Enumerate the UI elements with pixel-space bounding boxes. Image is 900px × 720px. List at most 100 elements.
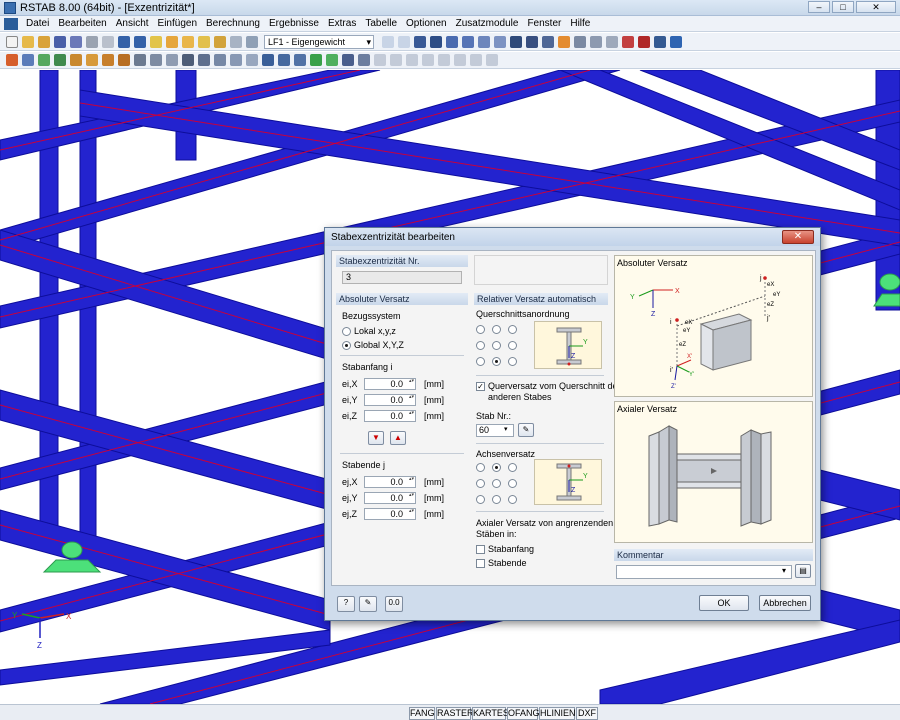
member-start-checkbox-label[interactable]: Stabanfang	[488, 544, 534, 554]
diagram-icon[interactable]	[462, 35, 474, 48]
cancel-button[interactable]: Abbrechen	[759, 595, 811, 611]
global-label[interactable]: Global X,Y,Z	[354, 340, 404, 350]
copy-up-button[interactable]: ▲	[390, 431, 406, 445]
xsec-radio[interactable]	[508, 325, 517, 334]
guide-line-icon[interactable]	[166, 54, 178, 66]
menu-einfuegen[interactable]: Einfügen	[158, 18, 197, 29]
save-icon[interactable]	[54, 35, 66, 48]
axis-y-icon[interactable]	[278, 54, 290, 66]
nodal-load-icon[interactable]	[86, 54, 98, 66]
menu-datei[interactable]: Datei	[26, 18, 49, 29]
help-button[interactable]: ?	[337, 596, 355, 612]
measure-icon[interactable]	[590, 35, 602, 48]
view-top-icon[interactable]	[230, 54, 242, 66]
xsec-radio-selected[interactable]	[492, 357, 501, 366]
view-side-icon[interactable]	[246, 54, 258, 66]
delete-icon[interactable]	[638, 35, 650, 48]
status-raster[interactable]: RASTER	[436, 707, 474, 720]
nr-field[interactable]: 3	[342, 271, 462, 284]
menu-berechnung[interactable]: Berechnung	[206, 18, 260, 29]
menu-zusatzmodule[interactable]: Zusatzmodule	[456, 18, 519, 29]
ei-z-input[interactable]: 0.0	[364, 410, 416, 422]
zoom-icon[interactable]	[166, 35, 178, 48]
print-icon[interactable]	[86, 35, 98, 48]
xsec-radio[interactable]	[508, 341, 517, 350]
values-icon[interactable]	[478, 35, 490, 48]
local-radio[interactable]	[342, 327, 351, 336]
bar-number-select[interactable]: 60	[476, 424, 514, 437]
table-icon[interactable]	[230, 35, 242, 48]
prev-loadcase-icon[interactable]	[382, 35, 394, 48]
snap-icon[interactable]	[526, 35, 538, 48]
xsec-radio[interactable]	[508, 357, 517, 366]
line-load-icon[interactable]	[118, 54, 130, 66]
menu-bearbeiten[interactable]: Bearbeiten	[58, 18, 106, 29]
results-table-icon[interactable]	[246, 35, 258, 48]
axis-radio[interactable]	[492, 495, 501, 504]
copy-down-button[interactable]: ▼	[368, 431, 384, 445]
axis-radio-selected[interactable]	[492, 463, 501, 472]
ej-y-input[interactable]: 0.0	[364, 492, 416, 504]
moment-mz-icon[interactable]	[454, 54, 466, 66]
member-end-checkbox[interactable]	[476, 559, 485, 568]
comment-icon[interactable]	[150, 54, 162, 66]
comment-dropdown-icon[interactable]: ▾	[782, 566, 786, 575]
isometric-icon[interactable]	[622, 35, 634, 48]
bar-number-dropdown-icon[interactable]: ▾	[504, 425, 508, 433]
status-fang[interactable]: FANG	[409, 707, 435, 720]
menu-ergebnisse[interactable]: Ergebnisse	[269, 18, 319, 29]
axis-radio[interactable]	[476, 495, 485, 504]
status-hlinien[interactable]: HLINIEN	[539, 707, 576, 720]
display-icon[interactable]	[342, 54, 354, 66]
status-kartes[interactable]: KARTES	[472, 707, 509, 720]
axis-radio[interactable]	[476, 479, 485, 488]
open-folder-icon[interactable]	[22, 35, 34, 48]
axis-radio[interactable]	[492, 479, 501, 488]
ok-button[interactable]: OK	[699, 595, 749, 611]
ei-x-input[interactable]: 0.0	[364, 378, 416, 390]
dialog-close-button[interactable]: ✕	[782, 230, 814, 244]
menu-optionen[interactable]: Optionen	[406, 18, 447, 29]
xsec-radio[interactable]	[476, 341, 485, 350]
xsec-radio[interactable]	[492, 325, 501, 334]
cube-icon[interactable]	[198, 54, 210, 66]
moment-mt-icon[interactable]	[422, 54, 434, 66]
animation-icon[interactable]	[494, 35, 506, 48]
force-vz-icon[interactable]	[406, 54, 418, 66]
app-menu-icon[interactable]	[4, 17, 18, 30]
result-px-icon[interactable]	[470, 54, 482, 66]
section-icon[interactable]	[606, 35, 618, 48]
axis-z-icon[interactable]	[294, 54, 306, 66]
global-radio[interactable]	[342, 341, 351, 350]
comment-edit-button[interactable]: ▤	[795, 564, 811, 578]
member-start-checkbox[interactable]	[476, 545, 485, 554]
edit-icon[interactable]	[150, 35, 162, 48]
member-icon[interactable]	[22, 54, 34, 66]
dimension-icon[interactable]	[134, 54, 146, 66]
next-loadcase-icon[interactable]	[398, 35, 410, 48]
view-front-icon[interactable]	[214, 54, 226, 66]
support-icon[interactable]	[38, 54, 50, 66]
maximize-button[interactable]: □	[832, 1, 854, 13]
cross-offset-label-2[interactable]: anderen Stabes	[488, 392, 552, 402]
new-file-icon[interactable]	[6, 35, 18, 48]
help-icon[interactable]	[670, 35, 682, 48]
model-check-icon[interactable]	[182, 54, 194, 66]
render-icon[interactable]	[558, 35, 570, 48]
menu-extras[interactable]: Extras	[328, 18, 356, 29]
close-button[interactable]: ✕	[856, 1, 896, 13]
moment-my-icon[interactable]	[438, 54, 450, 66]
filter-members-icon[interactable]	[358, 54, 370, 66]
print-preview-icon[interactable]	[102, 35, 114, 48]
deform-icon[interactable]	[446, 35, 458, 48]
menu-tabelle[interactable]: Tabelle	[365, 18, 397, 29]
wireframe-icon[interactable]	[574, 35, 586, 48]
ej-x-input[interactable]: 0.0	[364, 476, 416, 488]
results-icon[interactable]	[430, 35, 442, 48]
member-end-checkbox-label[interactable]: Stabende	[488, 558, 527, 568]
force-vy-icon[interactable]	[390, 54, 402, 66]
axis-radio[interactable]	[508, 479, 517, 488]
axis-radio[interactable]	[508, 463, 517, 472]
view-icon[interactable]	[542, 35, 554, 48]
settings-icon[interactable]	[654, 35, 666, 48]
